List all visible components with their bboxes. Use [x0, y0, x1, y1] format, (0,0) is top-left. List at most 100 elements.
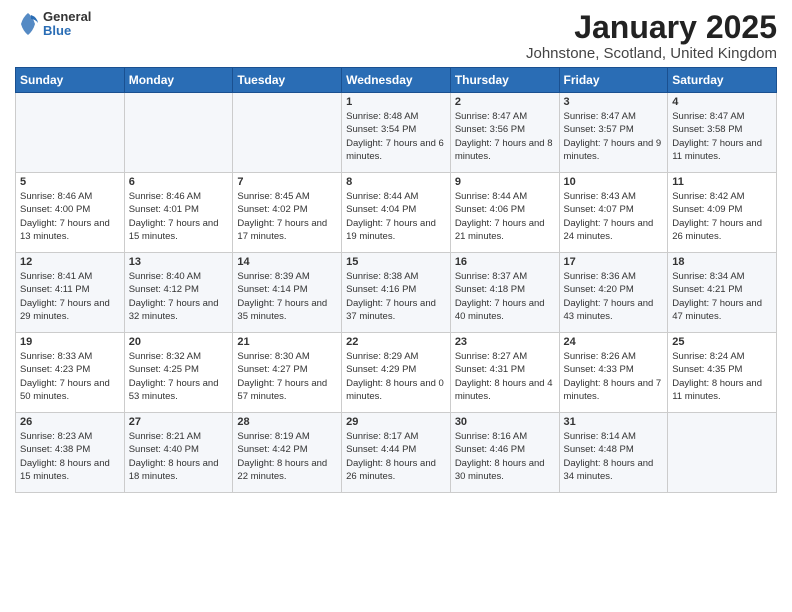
sunset: Sunset: 3:56 PM — [455, 124, 525, 135]
calendar-cell: 5 Sunrise: 8:46 AM Sunset: 4:00 PM Dayli… — [16, 173, 125, 253]
calendar-cell: 22 Sunrise: 8:29 AM Sunset: 4:29 PM Dayl… — [342, 333, 451, 413]
sunrise: Sunrise: 8:47 AM — [564, 111, 636, 122]
daylight: Daylight: 8 hours and 7 minutes. — [564, 378, 662, 402]
day-info: Sunrise: 8:42 AM Sunset: 4:09 PM Dayligh… — [672, 190, 772, 243]
calendar-week-row: 5 Sunrise: 8:46 AM Sunset: 4:00 PM Dayli… — [16, 173, 777, 253]
sunrise: Sunrise: 8:39 AM — [237, 271, 309, 282]
day-info: Sunrise: 8:17 AM Sunset: 4:44 PM Dayligh… — [346, 430, 446, 483]
day-number: 22 — [346, 336, 446, 348]
calendar-cell: 28 Sunrise: 8:19 AM Sunset: 4:42 PM Dayl… — [233, 413, 342, 493]
day-number: 17 — [564, 256, 664, 268]
calendar-cell: 20 Sunrise: 8:32 AM Sunset: 4:25 PM Dayl… — [124, 333, 233, 413]
sunset: Sunset: 4:23 PM — [20, 364, 90, 375]
day-number: 1 — [346, 96, 446, 108]
header-row: General Blue January 2025 Johnstone, Sco… — [15, 10, 777, 62]
calendar-cell: 4 Sunrise: 8:47 AM Sunset: 3:58 PM Dayli… — [668, 93, 777, 173]
subtitle: Johnstone, Scotland, United Kingdom — [526, 45, 777, 62]
sunrise: Sunrise: 8:14 AM — [564, 431, 636, 442]
day-number: 28 — [237, 416, 337, 428]
sunrise: Sunrise: 8:40 AM — [129, 271, 201, 282]
sunrise: Sunrise: 8:33 AM — [20, 351, 92, 362]
sunrise: Sunrise: 8:26 AM — [564, 351, 636, 362]
day-number: 2 — [455, 96, 555, 108]
sunrise: Sunrise: 8:44 AM — [455, 191, 527, 202]
day-info: Sunrise: 8:34 AM Sunset: 4:21 PM Dayligh… — [672, 270, 772, 323]
daylight: Daylight: 7 hours and 50 minutes. — [20, 378, 110, 402]
day-number: 18 — [672, 256, 772, 268]
sunset: Sunset: 4:46 PM — [455, 444, 525, 455]
calendar-table: Sunday Monday Tuesday Wednesday Thursday… — [15, 67, 777, 493]
day-number: 8 — [346, 176, 446, 188]
sunrise: Sunrise: 8:29 AM — [346, 351, 418, 362]
day-info: Sunrise: 8:43 AM Sunset: 4:07 PM Dayligh… — [564, 190, 664, 243]
calendar-cell: 31 Sunrise: 8:14 AM Sunset: 4:48 PM Dayl… — [559, 413, 668, 493]
day-number: 27 — [129, 416, 229, 428]
sunset: Sunset: 4:48 PM — [564, 444, 634, 455]
day-number: 7 — [237, 176, 337, 188]
sunset: Sunset: 4:40 PM — [129, 444, 199, 455]
sunrise: Sunrise: 8:30 AM — [237, 351, 309, 362]
day-number: 11 — [672, 176, 772, 188]
main-container: General Blue January 2025 Johnstone, Sco… — [0, 0, 792, 498]
sunrise: Sunrise: 8:47 AM — [672, 111, 744, 122]
daylight: Daylight: 7 hours and 26 minutes. — [672, 218, 762, 242]
sunrise: Sunrise: 8:16 AM — [455, 431, 527, 442]
day-info: Sunrise: 8:27 AM Sunset: 4:31 PM Dayligh… — [455, 350, 555, 403]
sunrise: Sunrise: 8:24 AM — [672, 351, 744, 362]
calendar-cell: 10 Sunrise: 8:43 AM Sunset: 4:07 PM Dayl… — [559, 173, 668, 253]
day-info: Sunrise: 8:36 AM Sunset: 4:20 PM Dayligh… — [564, 270, 664, 323]
header-monday: Monday — [124, 68, 233, 93]
daylight: Daylight: 8 hours and 0 minutes. — [346, 378, 444, 402]
sunrise: Sunrise: 8:19 AM — [237, 431, 309, 442]
day-info: Sunrise: 8:19 AM Sunset: 4:42 PM Dayligh… — [237, 430, 337, 483]
daylight: Daylight: 7 hours and 47 minutes. — [672, 298, 762, 322]
calendar-cell: 24 Sunrise: 8:26 AM Sunset: 4:33 PM Dayl… — [559, 333, 668, 413]
sunset: Sunset: 4:02 PM — [237, 204, 307, 215]
sunrise: Sunrise: 8:48 AM — [346, 111, 418, 122]
daylight: Daylight: 7 hours and 13 minutes. — [20, 218, 110, 242]
daylight: Daylight: 7 hours and 32 minutes. — [129, 298, 219, 322]
calendar-cell: 9 Sunrise: 8:44 AM Sunset: 4:06 PM Dayli… — [450, 173, 559, 253]
sunset: Sunset: 4:35 PM — [672, 364, 742, 375]
sunset: Sunset: 4:01 PM — [129, 204, 199, 215]
daylight: Daylight: 8 hours and 34 minutes. — [564, 458, 654, 482]
day-number: 12 — [20, 256, 120, 268]
sunset: Sunset: 3:57 PM — [564, 124, 634, 135]
calendar-cell: 25 Sunrise: 8:24 AM Sunset: 4:35 PM Dayl… — [668, 333, 777, 413]
calendar-cell: 21 Sunrise: 8:30 AM Sunset: 4:27 PM Dayl… — [233, 333, 342, 413]
day-info: Sunrise: 8:14 AM Sunset: 4:48 PM Dayligh… — [564, 430, 664, 483]
sunset: Sunset: 4:27 PM — [237, 364, 307, 375]
day-number: 23 — [455, 336, 555, 348]
calendar-cell — [16, 93, 125, 173]
header-tuesday: Tuesday — [233, 68, 342, 93]
day-number: 24 — [564, 336, 664, 348]
title-block: January 2025 Johnstone, Scotland, United… — [526, 10, 777, 62]
sunset: Sunset: 4:12 PM — [129, 284, 199, 295]
calendar-cell: 16 Sunrise: 8:37 AM Sunset: 4:18 PM Dayl… — [450, 253, 559, 333]
daylight: Daylight: 8 hours and 15 minutes. — [20, 458, 110, 482]
daylight: Daylight: 7 hours and 57 minutes. — [237, 378, 327, 402]
day-number: 26 — [20, 416, 120, 428]
calendar-cell: 23 Sunrise: 8:27 AM Sunset: 4:31 PM Dayl… — [450, 333, 559, 413]
day-info: Sunrise: 8:30 AM Sunset: 4:27 PM Dayligh… — [237, 350, 337, 403]
daylight: Daylight: 7 hours and 11 minutes. — [672, 138, 762, 162]
calendar-cell: 29 Sunrise: 8:17 AM Sunset: 4:44 PM Dayl… — [342, 413, 451, 493]
day-info: Sunrise: 8:47 AM Sunset: 3:57 PM Dayligh… — [564, 110, 664, 163]
day-number: 16 — [455, 256, 555, 268]
calendar-week-row: 1 Sunrise: 8:48 AM Sunset: 3:54 PM Dayli… — [16, 93, 777, 173]
day-info: Sunrise: 8:44 AM Sunset: 4:06 PM Dayligh… — [455, 190, 555, 243]
daylight: Daylight: 7 hours and 53 minutes. — [129, 378, 219, 402]
sunset: Sunset: 4:07 PM — [564, 204, 634, 215]
day-number: 6 — [129, 176, 229, 188]
sunset: Sunset: 4:09 PM — [672, 204, 742, 215]
day-info: Sunrise: 8:46 AM Sunset: 4:00 PM Dayligh… — [20, 190, 120, 243]
sunrise: Sunrise: 8:34 AM — [672, 271, 744, 282]
sunrise: Sunrise: 8:21 AM — [129, 431, 201, 442]
sunrise: Sunrise: 8:42 AM — [672, 191, 744, 202]
sunset: Sunset: 4:06 PM — [455, 204, 525, 215]
daylight: Daylight: 8 hours and 22 minutes. — [237, 458, 327, 482]
daylight: Daylight: 8 hours and 26 minutes. — [346, 458, 436, 482]
calendar-cell: 27 Sunrise: 8:21 AM Sunset: 4:40 PM Dayl… — [124, 413, 233, 493]
daylight: Daylight: 8 hours and 11 minutes. — [672, 378, 762, 402]
calendar-week-row: 26 Sunrise: 8:23 AM Sunset: 4:38 PM Dayl… — [16, 413, 777, 493]
